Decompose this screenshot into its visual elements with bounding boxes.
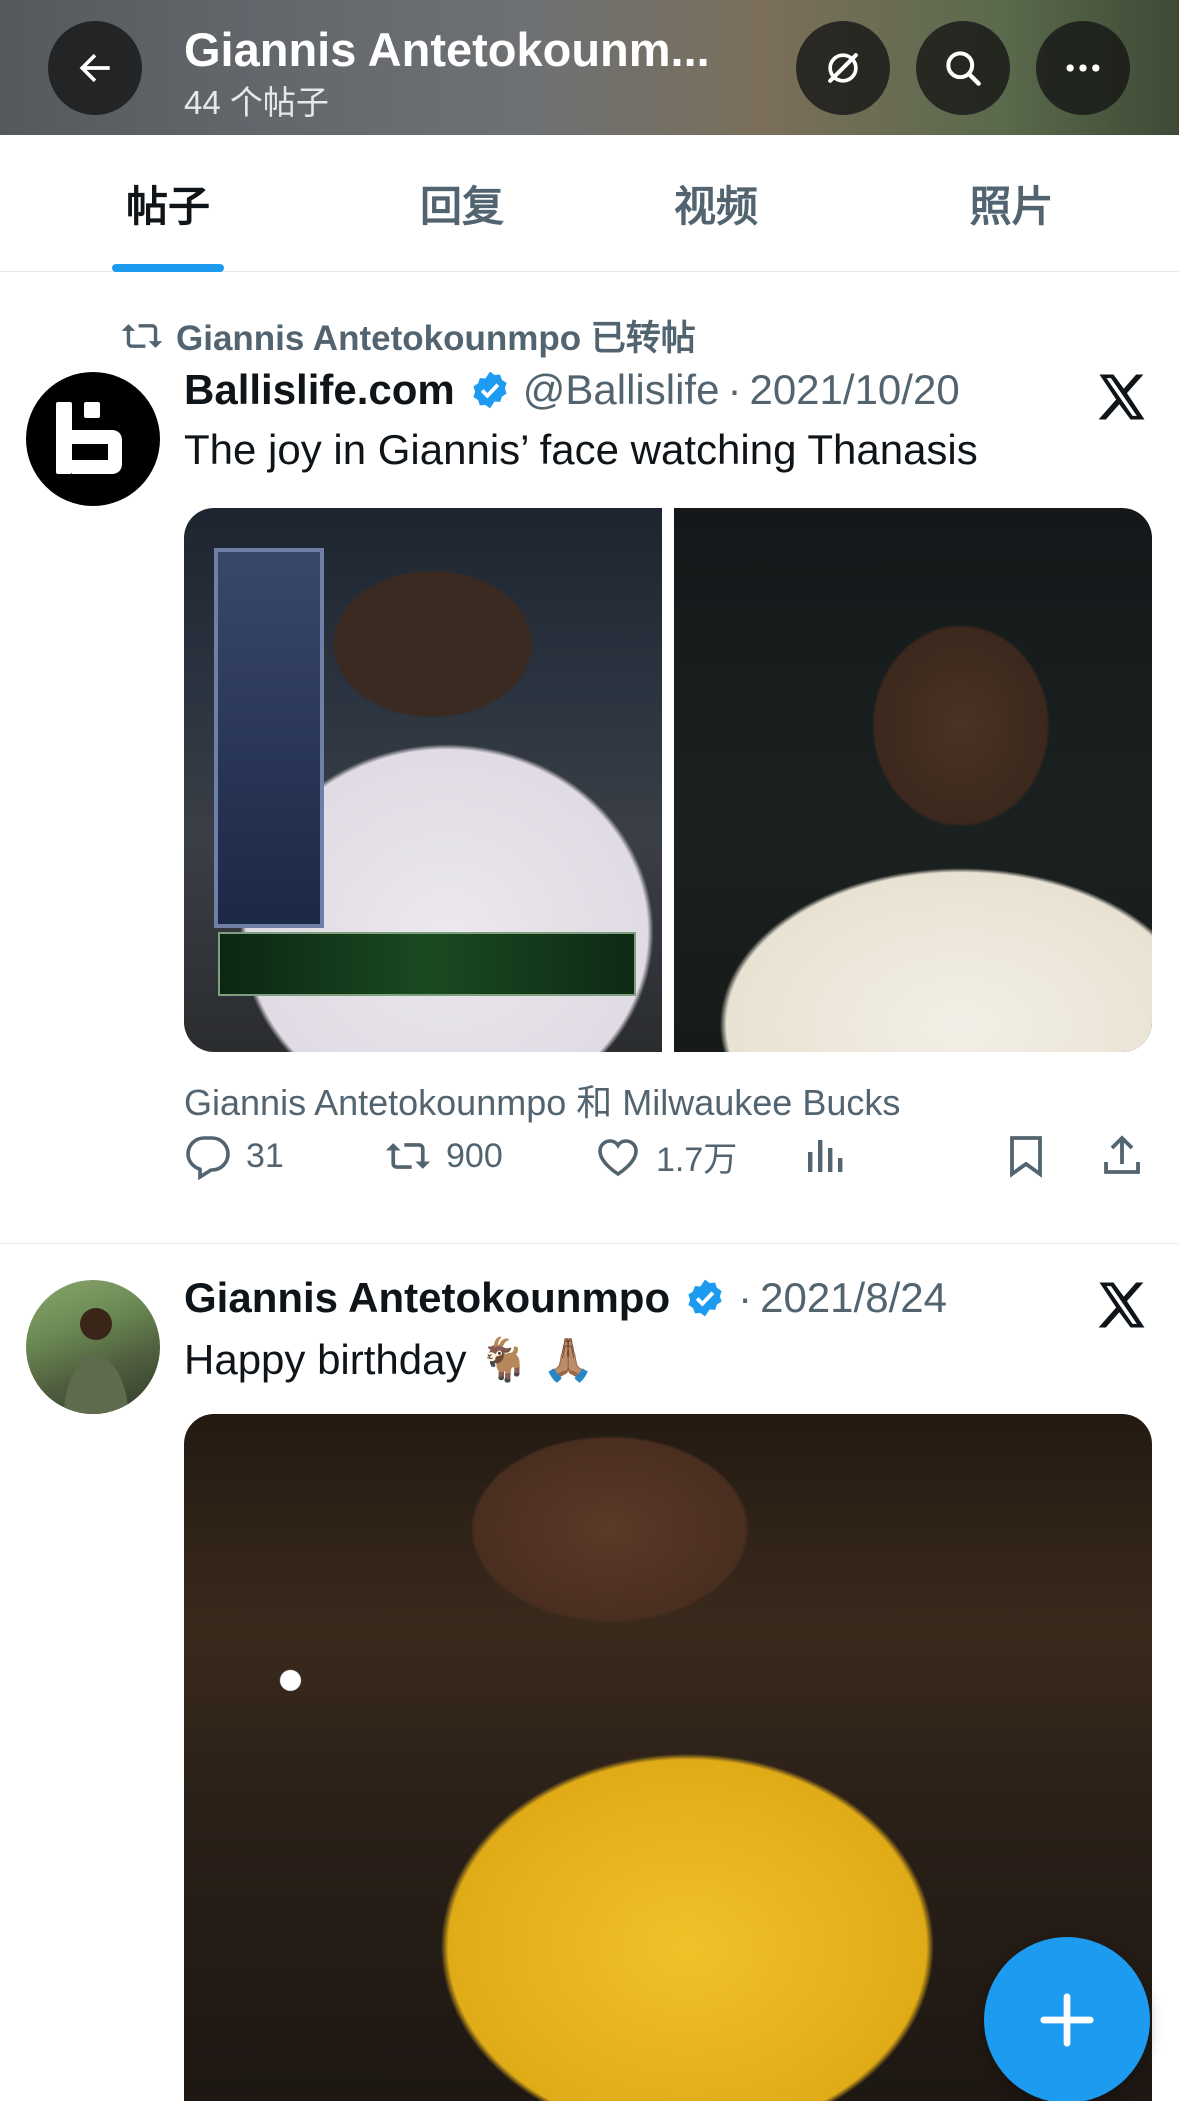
reply-count: 31 bbox=[246, 1136, 284, 1175]
tab-videos[interactable]: 视频 bbox=[588, 135, 844, 272]
post-header: Ballislife.com @Ballislife · 2021/10/20 bbox=[184, 366, 960, 414]
grok-icon bbox=[828, 53, 858, 83]
separator-dot: · bbox=[738, 1274, 753, 1321]
back-arrow-icon bbox=[79, 53, 110, 83]
bookmark-button[interactable] bbox=[1002, 1132, 1050, 1180]
post-date[interactable]: 2021/8/24 bbox=[760, 1274, 947, 1322]
like-count: 1.7万 bbox=[656, 1141, 738, 1179]
avatar[interactable] bbox=[26, 1280, 160, 1414]
reply-icon bbox=[186, 1136, 230, 1180]
search-button[interactable] bbox=[916, 21, 1010, 115]
tab-photos-label: 照片 bbox=[969, 183, 1054, 230]
profile-name-title: Giannis Antetokounm... bbox=[184, 23, 710, 76]
post-image[interactable] bbox=[184, 508, 662, 1052]
post-text: Happy birthday 🐐 🙏🏽 bbox=[184, 1336, 595, 1383]
repost-icon bbox=[385, 1143, 431, 1169]
post-actions: 31 900 1.7万 bbox=[184, 1132, 1152, 1192]
plus-icon bbox=[1040, 1993, 1094, 2047]
verified-badge-icon bbox=[688, 1279, 722, 1317]
more-icon bbox=[1066, 64, 1100, 72]
x-logo-icon bbox=[1098, 374, 1145, 420]
scoreboard-graphic bbox=[214, 548, 324, 928]
tab-posts-label: 帖子 bbox=[125, 183, 210, 230]
avatar-photo bbox=[64, 1308, 128, 1414]
post-date[interactable]: 2021/10/20 bbox=[749, 366, 959, 414]
more-button[interactable] bbox=[1036, 21, 1130, 115]
grok-button[interactable] bbox=[796, 21, 890, 115]
tab-posts[interactable]: 帖子 bbox=[0, 135, 336, 272]
bookmark-icon bbox=[1010, 1136, 1042, 1178]
views-button[interactable] bbox=[800, 1132, 848, 1180]
x-logo-icon bbox=[1098, 1282, 1145, 1328]
repost-button[interactable]: 900 bbox=[384, 1132, 503, 1180]
repost-label: Giannis Antetokounmpo 已转帖 bbox=[176, 319, 696, 358]
profile-tabs: 帖子 回复 视频 照片 bbox=[0, 135, 1179, 272]
author-name[interactable]: Giannis Antetokounmpo bbox=[184, 1274, 670, 1322]
author-handle[interactable]: @Ballislife bbox=[523, 366, 720, 414]
post-count: 44 个帖子 bbox=[184, 84, 329, 121]
media-grid[interactable] bbox=[184, 508, 1152, 1052]
share-button[interactable] bbox=[1098, 1132, 1146, 1180]
tab-replies-label: 回复 bbox=[419, 183, 504, 230]
ballislife-logo-icon bbox=[56, 402, 122, 474]
post-header: Giannis Antetokounmpo · 2021/8/24 bbox=[184, 1274, 947, 1322]
back-button[interactable] bbox=[48, 21, 142, 115]
tab-photos[interactable]: 照片 bbox=[844, 135, 1179, 272]
post-image[interactable] bbox=[674, 508, 1152, 1052]
verified-badge-icon bbox=[473, 371, 507, 409]
tagged-users[interactable]: Giannis Antetokounmpo 和 Milwaukee Bucks bbox=[184, 1074, 900, 1126]
repost-indicator: Giannis Antetokounmpo 已转帖 bbox=[120, 310, 696, 361]
arena-banner-graphic bbox=[218, 932, 636, 996]
views-chart-icon bbox=[808, 1140, 843, 1172]
post-item[interactable]: Giannis Antetokounmpo 已转帖 Ballislife.com… bbox=[0, 272, 1179, 1244]
repost-icon bbox=[121, 323, 163, 348]
repost-count: 900 bbox=[446, 1136, 503, 1175]
active-tab-indicator bbox=[112, 264, 224, 272]
reply-button[interactable]: 31 bbox=[184, 1132, 284, 1180]
search-icon bbox=[946, 51, 981, 86]
compose-post-button[interactable] bbox=[984, 1937, 1150, 2101]
heart-icon bbox=[598, 1138, 638, 1176]
author-name[interactable]: Ballislife.com bbox=[184, 366, 455, 414]
tab-videos-label: 视频 bbox=[673, 183, 758, 230]
like-button[interactable]: 1.7万 bbox=[594, 1132, 737, 1181]
avatar[interactable] bbox=[26, 372, 160, 506]
post-text: The joy in Giannis’ face watching Thanas… bbox=[184, 426, 978, 473]
separator-dot: · bbox=[727, 366, 742, 413]
share-icon bbox=[1104, 1135, 1140, 1174]
tab-replies[interactable]: 回复 bbox=[336, 135, 588, 272]
profile-header: Giannis Antetokounm... 44 个帖子 bbox=[0, 0, 1179, 135]
